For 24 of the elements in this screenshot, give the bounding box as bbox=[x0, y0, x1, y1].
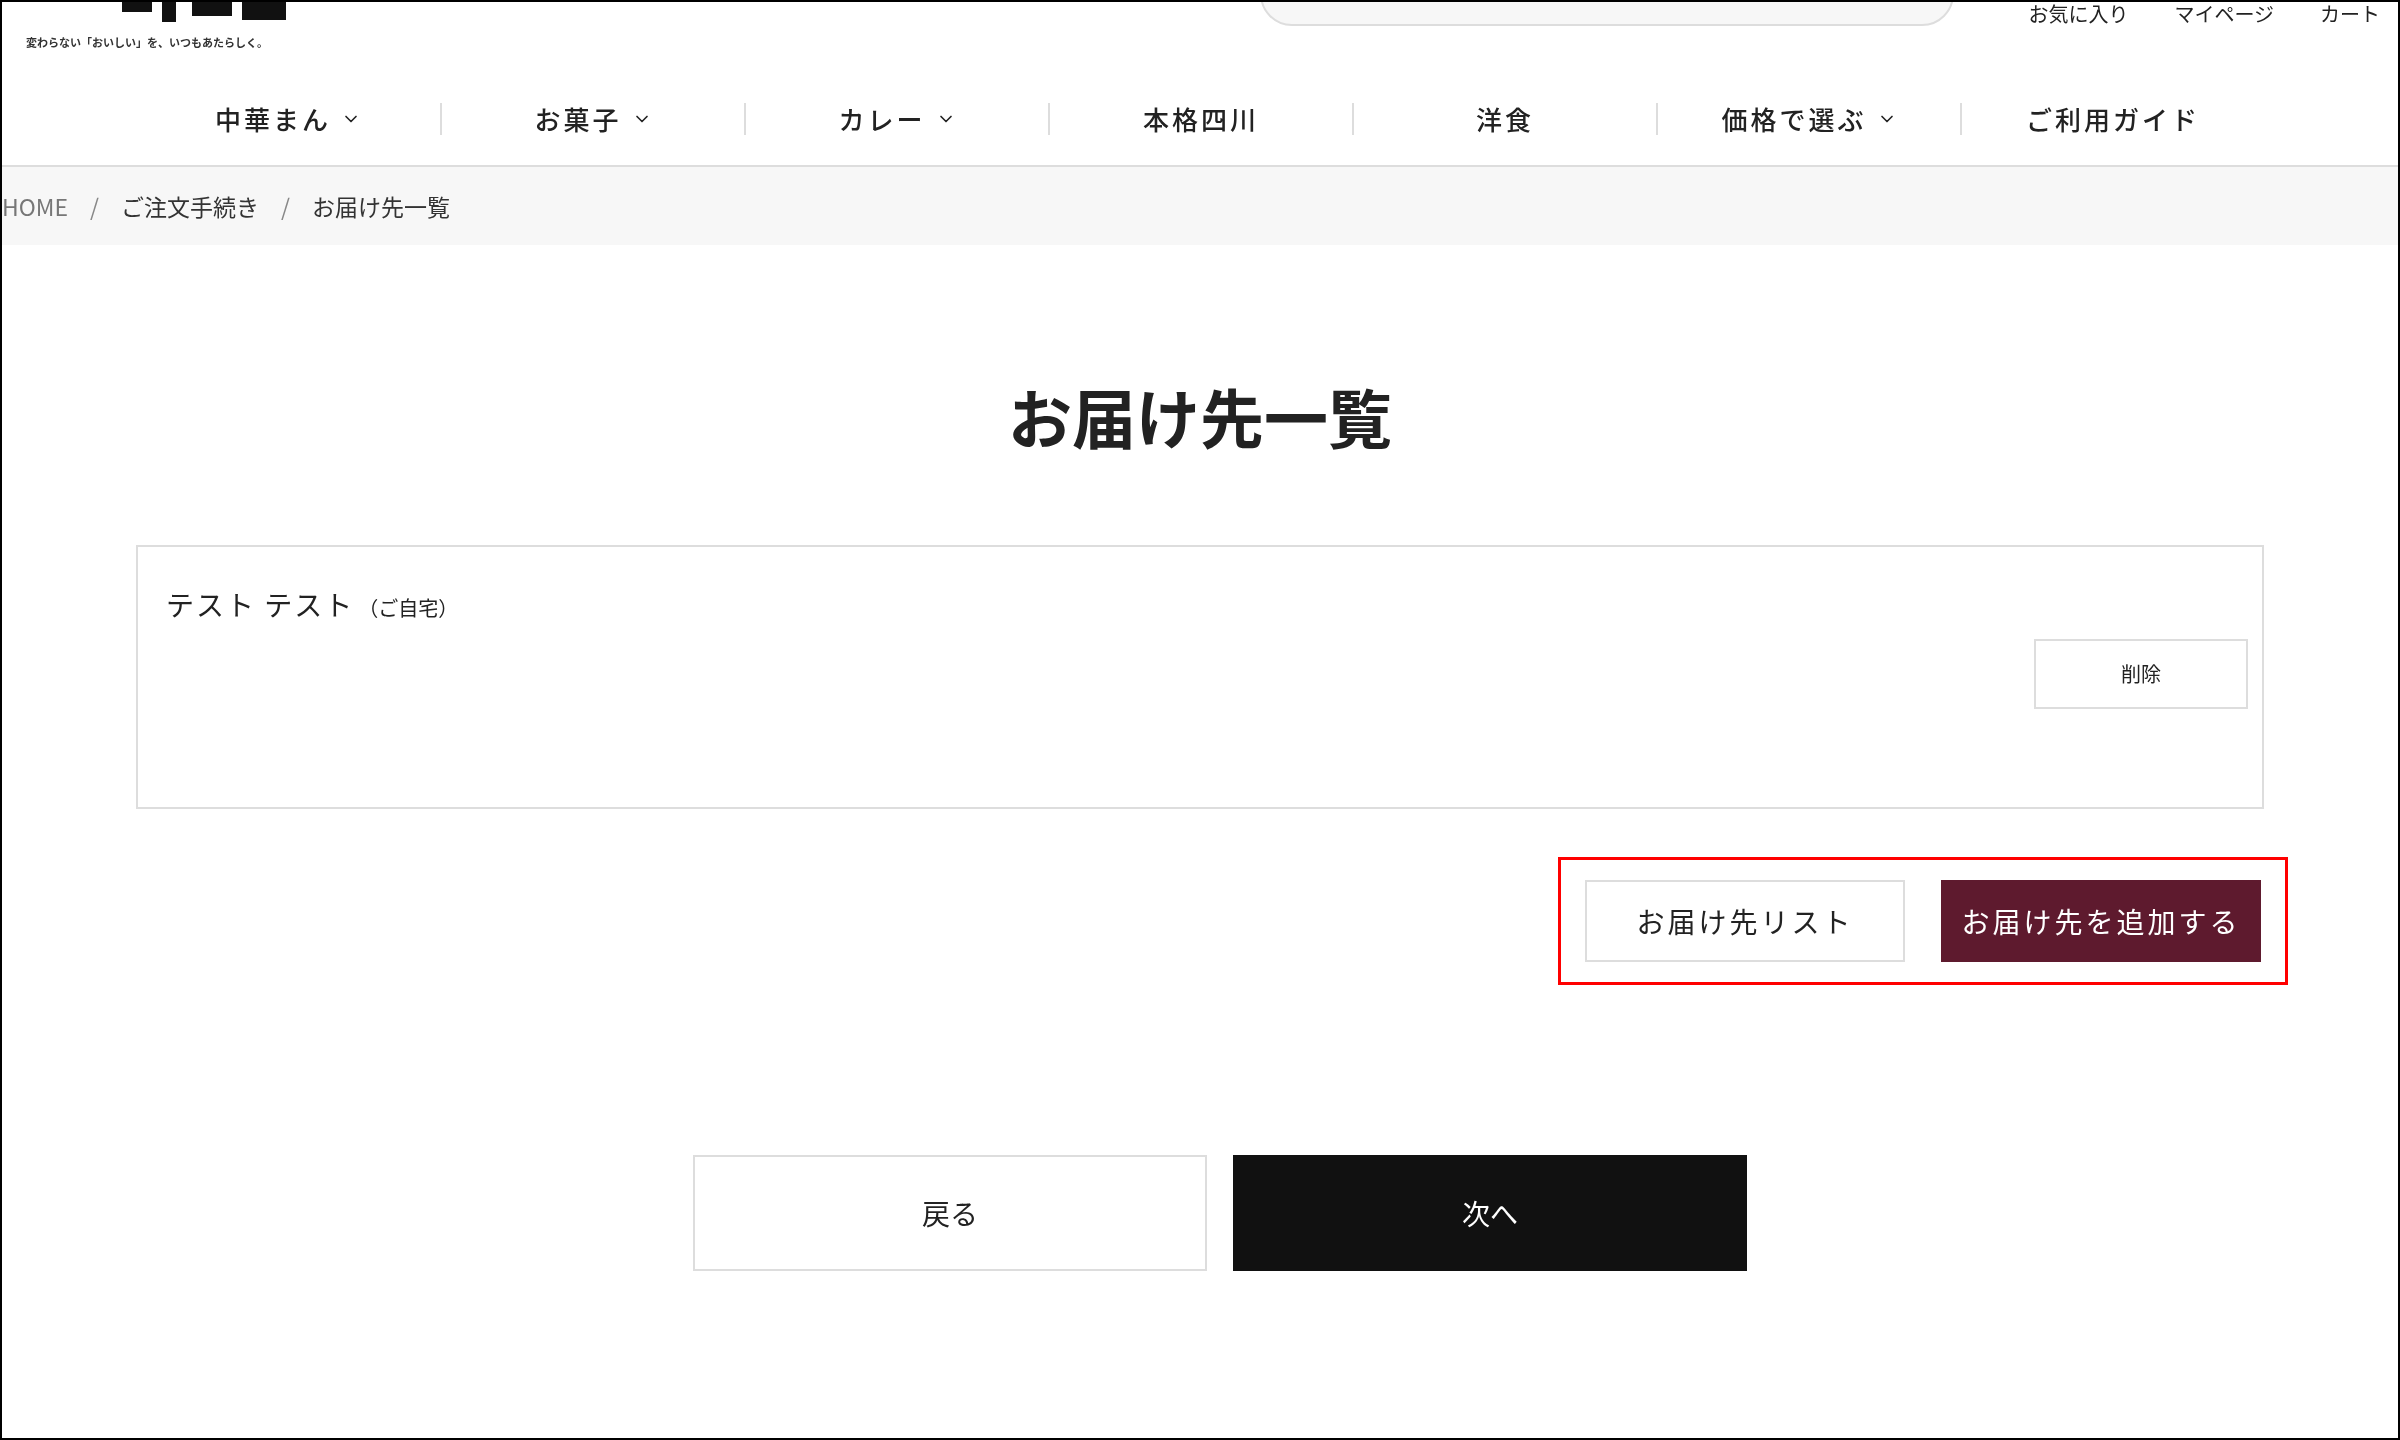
header-link[interactable]: カート bbox=[2320, 2, 2380, 26]
breadcrumb-link[interactable]: ご注文手続き bbox=[121, 188, 260, 224]
nav-item[interactable]: 価格で選ぶ bbox=[1721, 99, 1897, 138]
nav-item[interactable]: 本格四川 bbox=[1143, 99, 1259, 138]
nav-item[interactable]: カレー bbox=[838, 99, 956, 138]
next-button[interactable]: 次へ bbox=[1233, 1155, 1747, 1271]
page-title: お届け先一覧 bbox=[1007, 375, 1393, 455]
header-link[interactable]: お気に入り bbox=[2028, 2, 2129, 26]
address-list-button[interactable]: お届け先リスト bbox=[1585, 880, 1905, 962]
nav-item[interactable]: 洋食 bbox=[1476, 99, 1534, 138]
breadcrumb-link[interactable]: HOME bbox=[2, 188, 69, 224]
logo-tagline: 変わらない「おいしい」を、いつもあたらしく。 bbox=[26, 34, 268, 51]
nav-item[interactable]: お菓子 bbox=[534, 99, 652, 138]
add-address-button[interactable]: お届け先を追加する bbox=[1941, 880, 2261, 962]
address-label: （ご自宅） bbox=[358, 593, 459, 623]
nav-item[interactable]: 中華まん bbox=[215, 99, 361, 138]
breadcrumb-separator: / bbox=[90, 188, 100, 224]
breadcrumb-separator: / bbox=[281, 188, 291, 224]
back-button[interactable]: 戻る bbox=[693, 1155, 1207, 1271]
address-name: テスト テスト bbox=[166, 583, 355, 625]
delete-button[interactable]: 削除 bbox=[2034, 639, 2248, 709]
nav-item[interactable]: ご利用ガイド bbox=[2026, 99, 2200, 138]
header-link[interactable]: マイページ bbox=[2174, 2, 2274, 26]
breadcrumb-link[interactable]: お届け先一覧 bbox=[312, 188, 451, 224]
